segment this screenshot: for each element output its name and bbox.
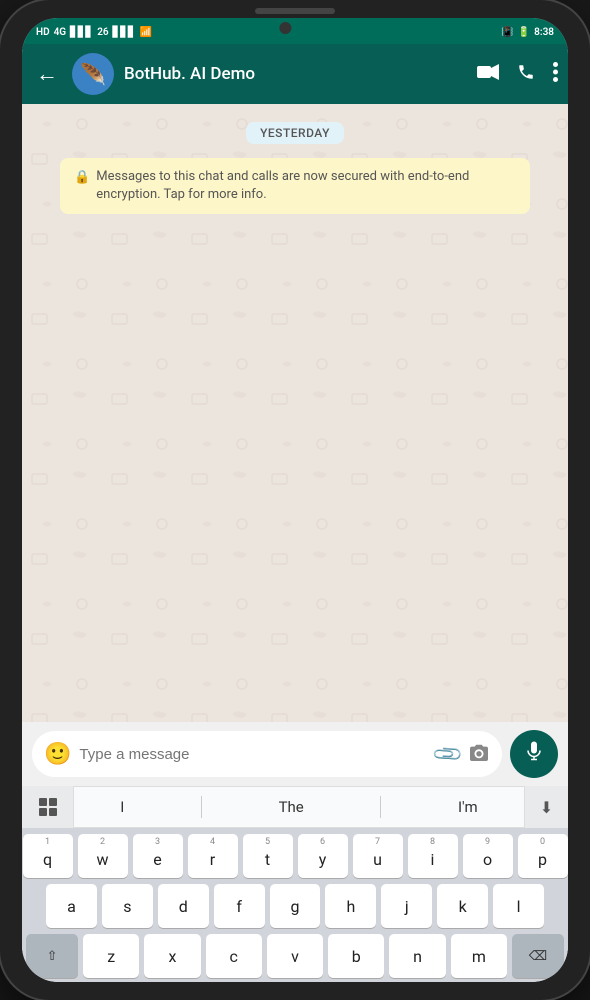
carrier1-label: HD	[36, 27, 50, 38]
attach-button[interactable]: 📎	[430, 737, 465, 772]
vibrate-icon: 📳	[501, 27, 513, 38]
svg-text:🪶: 🪶	[80, 62, 106, 88]
camera-button[interactable]	[468, 742, 490, 766]
back-button[interactable]: ←	[32, 57, 62, 91]
voice-call-button[interactable]	[517, 63, 535, 86]
suggestion-items: I The I'm	[74, 790, 524, 824]
contact-name-label: BotHub. AI Demo	[124, 64, 467, 84]
key-d[interactable]: d	[158, 884, 209, 928]
header-actions	[477, 62, 558, 87]
phone-camera	[279, 22, 291, 34]
wifi-icon: 📶	[140, 27, 152, 38]
backspace-key[interactable]: ⌫	[512, 934, 564, 978]
avatar[interactable]: 🪶	[72, 53, 114, 95]
key-w[interactable]: 2w	[78, 834, 128, 878]
date-separator: YESTERDAY	[246, 122, 344, 144]
key-k[interactable]: k	[437, 884, 488, 928]
key-h[interactable]: h	[325, 884, 376, 928]
mic-button[interactable]	[510, 730, 558, 778]
chat-header: ← 🪶 BotHub. AI Demo	[22, 44, 568, 104]
status-right: 📳 🔋 8:38	[501, 27, 554, 38]
contact-info[interactable]: BotHub. AI Demo	[124, 64, 467, 84]
phone-speaker	[255, 8, 335, 14]
key-v[interactable]: v	[267, 934, 323, 978]
phone-screen: HD 4G ▋▋▋ 26 ▋▋▋ 📶 📳 🔋 8:38 ← 🪶	[22, 18, 568, 982]
encryption-text: Messages to this chat and calls are now …	[96, 168, 516, 204]
battery-icon: 🔋	[518, 27, 530, 38]
key-p[interactable]: 0p	[518, 834, 568, 878]
status-left: HD 4G ▋▋▋ 26 ▋▋▋ 📶	[36, 27, 152, 38]
number-row: 1q 2w 3e 4r 5t 6y 7u 8i 9o 0p	[26, 834, 564, 878]
key-r[interactable]: 4r	[188, 834, 238, 878]
key-n[interactable]: n	[389, 934, 445, 978]
message-input-wrapper[interactable]: 🙂 📎	[32, 731, 502, 777]
signal-bars-icon: ▋▋▋	[70, 27, 93, 38]
key-u[interactable]: 7u	[353, 834, 403, 878]
key-y[interactable]: 6y	[298, 834, 348, 878]
carrier2-label: 4G	[54, 27, 67, 38]
keyboard-grid-button[interactable]	[22, 786, 74, 828]
key-f[interactable]: f	[214, 884, 265, 928]
keyboard-rows: 1q 2w 3e 4r 5t 6y 7u 8i 9o 0p a s d f g	[22, 828, 568, 982]
keyboard-suggestions-bar: I The I'm ⬇	[22, 786, 568, 828]
key-i[interactable]: 8i	[408, 834, 458, 878]
phone-device: HD 4G ▋▋▋ 26 ▋▋▋ 📶 📳 🔋 8:38 ← 🪶	[0, 0, 590, 1000]
key-s[interactable]: s	[102, 884, 153, 928]
suggestion-item-1[interactable]: I	[104, 790, 140, 824]
key-c[interactable]: c	[206, 934, 262, 978]
key-z[interactable]: z	[83, 934, 139, 978]
suggestion-item-2[interactable]: The	[263, 790, 320, 824]
key-o[interactable]: 9o	[463, 834, 513, 878]
time-label: 8:38	[534, 27, 554, 38]
message-input[interactable]	[79, 746, 427, 763]
key-q[interactable]: 1q	[23, 834, 73, 878]
chat-area: YESTERDAY 🔒 Messages to this chat and ca…	[22, 104, 568, 722]
message-input-area: 🙂 📎	[22, 722, 568, 786]
key-g[interactable]: g	[270, 884, 321, 928]
key-a[interactable]: a	[46, 884, 97, 928]
bottom-row: ⇧ z x c v b n m ⌫	[26, 934, 564, 978]
key-b[interactable]: b	[328, 934, 384, 978]
lock-icon: 🔒	[74, 169, 90, 187]
more-options-button[interactable]	[553, 62, 558, 87]
suggestion-divider-2	[380, 796, 381, 818]
collapse-keyboard-button[interactable]: ⬇	[524, 786, 568, 828]
emoji-button[interactable]: 🙂	[44, 742, 71, 767]
key-e[interactable]: 3e	[133, 834, 183, 878]
suggestion-divider-1	[201, 796, 202, 818]
signal2-bars-icon: ▋▋▋	[113, 27, 136, 38]
key-j[interactable]: j	[381, 884, 432, 928]
encryption-notice[interactable]: 🔒 Messages to this chat and calls are no…	[60, 158, 530, 214]
keyboard-area: I The I'm ⬇ 1q 2w 3e 4r 5t 6y 7u	[22, 786, 568, 982]
key-l[interactable]: l	[493, 884, 544, 928]
shift-key[interactable]: ⇧	[26, 934, 78, 978]
mic-icon	[525, 741, 543, 768]
key-x[interactable]: x	[144, 934, 200, 978]
suggestion-item-3[interactable]: I'm	[442, 790, 494, 824]
video-call-button[interactable]	[477, 64, 499, 85]
chat-messages: YESTERDAY 🔒 Messages to this chat and ca…	[22, 104, 568, 722]
status-bar: HD 4G ▋▋▋ 26 ▋▋▋ 📶 📳 🔋 8:38	[22, 18, 568, 44]
middle-row: a s d f g h j k l	[26, 884, 564, 928]
key-m[interactable]: m	[451, 934, 507, 978]
key-t[interactable]: 5t	[243, 834, 293, 878]
signal2-label: 26	[97, 27, 108, 38]
grid-icon	[39, 798, 57, 816]
